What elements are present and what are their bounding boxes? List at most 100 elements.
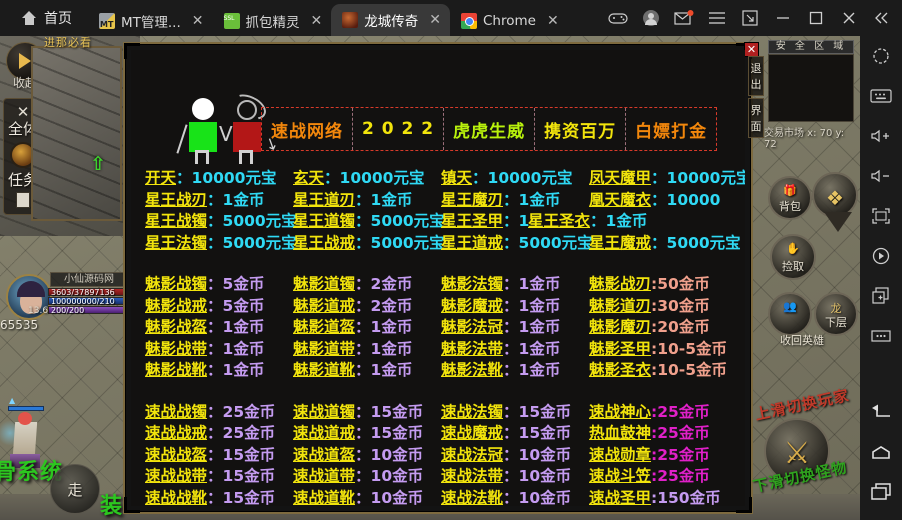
item-price: 1金币 xyxy=(518,361,561,379)
ui-button[interactable]: 界面 xyxy=(748,98,764,138)
price-entry: 魅影法靴：1金币 xyxy=(441,360,589,382)
game-viewport[interactable]: 收起 ✕ 全体 任务 ⇧ 进那必看 小仙源码网 3603/37897136 10… xyxy=(0,36,860,520)
item-price: 10000元宝 xyxy=(666,169,745,187)
separator: ： xyxy=(590,212,606,230)
tab-close-icon[interactable]: ✕ xyxy=(192,14,204,28)
item-name: 速战神心 xyxy=(589,402,652,421)
home-tab[interactable]: 首页 xyxy=(0,0,88,36)
rotate-icon[interactable] xyxy=(860,236,902,276)
item-name: 魅影道带 xyxy=(293,339,356,358)
separator: ： xyxy=(355,339,371,358)
price-entry: 速战圣甲:150金币 xyxy=(589,488,739,507)
add-window-icon[interactable] xyxy=(860,276,902,316)
tab-close-icon[interactable]: ✕ xyxy=(547,14,559,28)
tab-longcheng-legend[interactable]: 龙城传奇 ✕ xyxy=(331,4,450,36)
price-entry: 速战魔戒：15金币 xyxy=(441,423,589,445)
fullscreen-icon[interactable] xyxy=(860,196,902,236)
item-name: 星王道刃 xyxy=(293,190,356,209)
tab-chrome[interactable]: Chrome ✕ xyxy=(450,5,568,36)
screenshot-icon[interactable] xyxy=(860,36,902,76)
tab-close-icon[interactable]: ✕ xyxy=(311,14,323,28)
price-entry: 速战法冠：10金币 xyxy=(441,445,589,467)
item-name: 速战圣甲 xyxy=(589,488,652,507)
item-price: 150金币 xyxy=(657,488,721,507)
tab-mt-manager[interactable]: MT管理... ✕ xyxy=(88,5,213,36)
item-name: 魅影法带 xyxy=(441,339,504,358)
item-price: 10000元宝 xyxy=(487,169,573,187)
gamepad-icon[interactable] xyxy=(601,0,634,36)
mini-map-panel[interactable]: ⇧ xyxy=(31,46,122,221)
item-name: 星王魔戒 xyxy=(589,233,652,252)
minimize-icon[interactable] xyxy=(766,0,799,36)
more-icon[interactable] xyxy=(860,316,902,356)
item-price: 10000元宝 xyxy=(191,169,277,187)
account-icon[interactable] xyxy=(634,0,667,36)
home-icon xyxy=(22,11,37,25)
price-entry: 星王魔戒：5000元宝 xyxy=(589,233,741,255)
separator: ： xyxy=(355,275,371,293)
hand-icon: ✋ xyxy=(786,242,800,255)
price-entry: 魅影战戒：5金币 xyxy=(145,296,293,318)
separator: ： xyxy=(207,190,223,209)
item-name: 星王战戒 xyxy=(293,233,356,252)
item-name: 速战道靴 xyxy=(293,488,356,507)
recall-hero-button[interactable]: 👥 xyxy=(768,292,812,336)
tab-close-icon[interactable]: ✕ xyxy=(429,13,441,27)
recents-icon[interactable] xyxy=(860,472,902,512)
item-price: 1金币 xyxy=(518,318,561,336)
item-price: 50金币 xyxy=(657,275,710,293)
collapse-icon[interactable] xyxy=(865,0,898,36)
volume-down-icon[interactable] xyxy=(860,156,902,196)
emulator-sidebar xyxy=(860,36,902,520)
item-price: 10金币 xyxy=(370,445,424,464)
tab-packet-capture[interactable]: 抓包精灵 ✕ xyxy=(213,5,332,36)
separator: ： xyxy=(207,212,223,230)
pickup-button[interactable]: ✋ 捡取 xyxy=(770,234,816,280)
player-name-box: 小仙源码网 xyxy=(50,272,128,287)
volume-up-icon[interactable] xyxy=(860,116,902,156)
item-price: 10金币 xyxy=(518,467,572,485)
walk-label: 走 xyxy=(67,480,83,499)
keyboard-icon[interactable] xyxy=(860,76,902,116)
task-box-icon xyxy=(16,192,30,208)
menu-icon[interactable] xyxy=(700,0,733,36)
price-entry: 魅影法镯：1金币 xyxy=(441,274,589,296)
next-floor-button[interactable]: 龙 下层 xyxy=(814,292,858,336)
separator: ： xyxy=(503,212,519,230)
item-name: 星王圣甲 xyxy=(441,212,504,230)
gold-value: 65535 xyxy=(0,318,39,332)
home-icon[interactable] xyxy=(860,432,902,472)
walk-toggle-button[interactable]: 走 xyxy=(50,464,100,514)
close-icon[interactable] xyxy=(832,0,865,36)
resize-icon[interactable] xyxy=(733,0,766,36)
item-name: 魅影圣衣 xyxy=(589,361,652,379)
attack-button[interactable] xyxy=(824,212,852,254)
back-icon[interactable] xyxy=(860,392,902,432)
skill-icon: ❖ xyxy=(826,186,844,210)
item-name: 速战斗笠 xyxy=(589,467,652,485)
price-entry: 星王战戒：5000元宝 xyxy=(293,233,445,255)
separator: ： xyxy=(651,233,667,252)
world-minimap[interactable] xyxy=(768,54,854,122)
price-entry: 星王圣甲：1 xyxy=(441,211,529,233)
separator: ： xyxy=(503,445,519,464)
exit-button[interactable]: 退出 xyxy=(748,56,764,96)
item-price: 1金币 xyxy=(518,296,561,315)
map-exit-arrow-icon[interactable]: ⇧ xyxy=(90,153,106,175)
price-entry: 魅影道带：1金币 xyxy=(293,339,441,361)
home-tab-label: 首页 xyxy=(44,11,72,27)
separator: ： xyxy=(324,169,340,187)
mail-icon[interactable] xyxy=(667,0,700,36)
separator: ： xyxy=(355,445,371,464)
separator: ： xyxy=(503,296,519,315)
price-entry: 星王圣衣：1金币 xyxy=(528,211,678,233)
down-floor-icon: 龙 xyxy=(830,302,842,315)
price-row: 星王战镯：5000元宝星王道镯：5000元宝星王圣甲：1星王圣衣：1金币 xyxy=(145,211,741,233)
maximize-icon[interactable] xyxy=(799,0,832,36)
item-price: 1金币 xyxy=(222,361,265,379)
item-name: 魅影道刃 xyxy=(589,296,652,315)
bag-button[interactable]: 🎁 背包 xyxy=(768,176,812,220)
price-section-meiying: 魅影战镯：5金币 魅影道镯：2金币 魅影法镯：1金币 魅影战刃:50金币 魅影战戒：5金… xyxy=(145,274,741,402)
separator: ： xyxy=(207,424,223,442)
item-name: 速战道带 xyxy=(293,467,356,485)
